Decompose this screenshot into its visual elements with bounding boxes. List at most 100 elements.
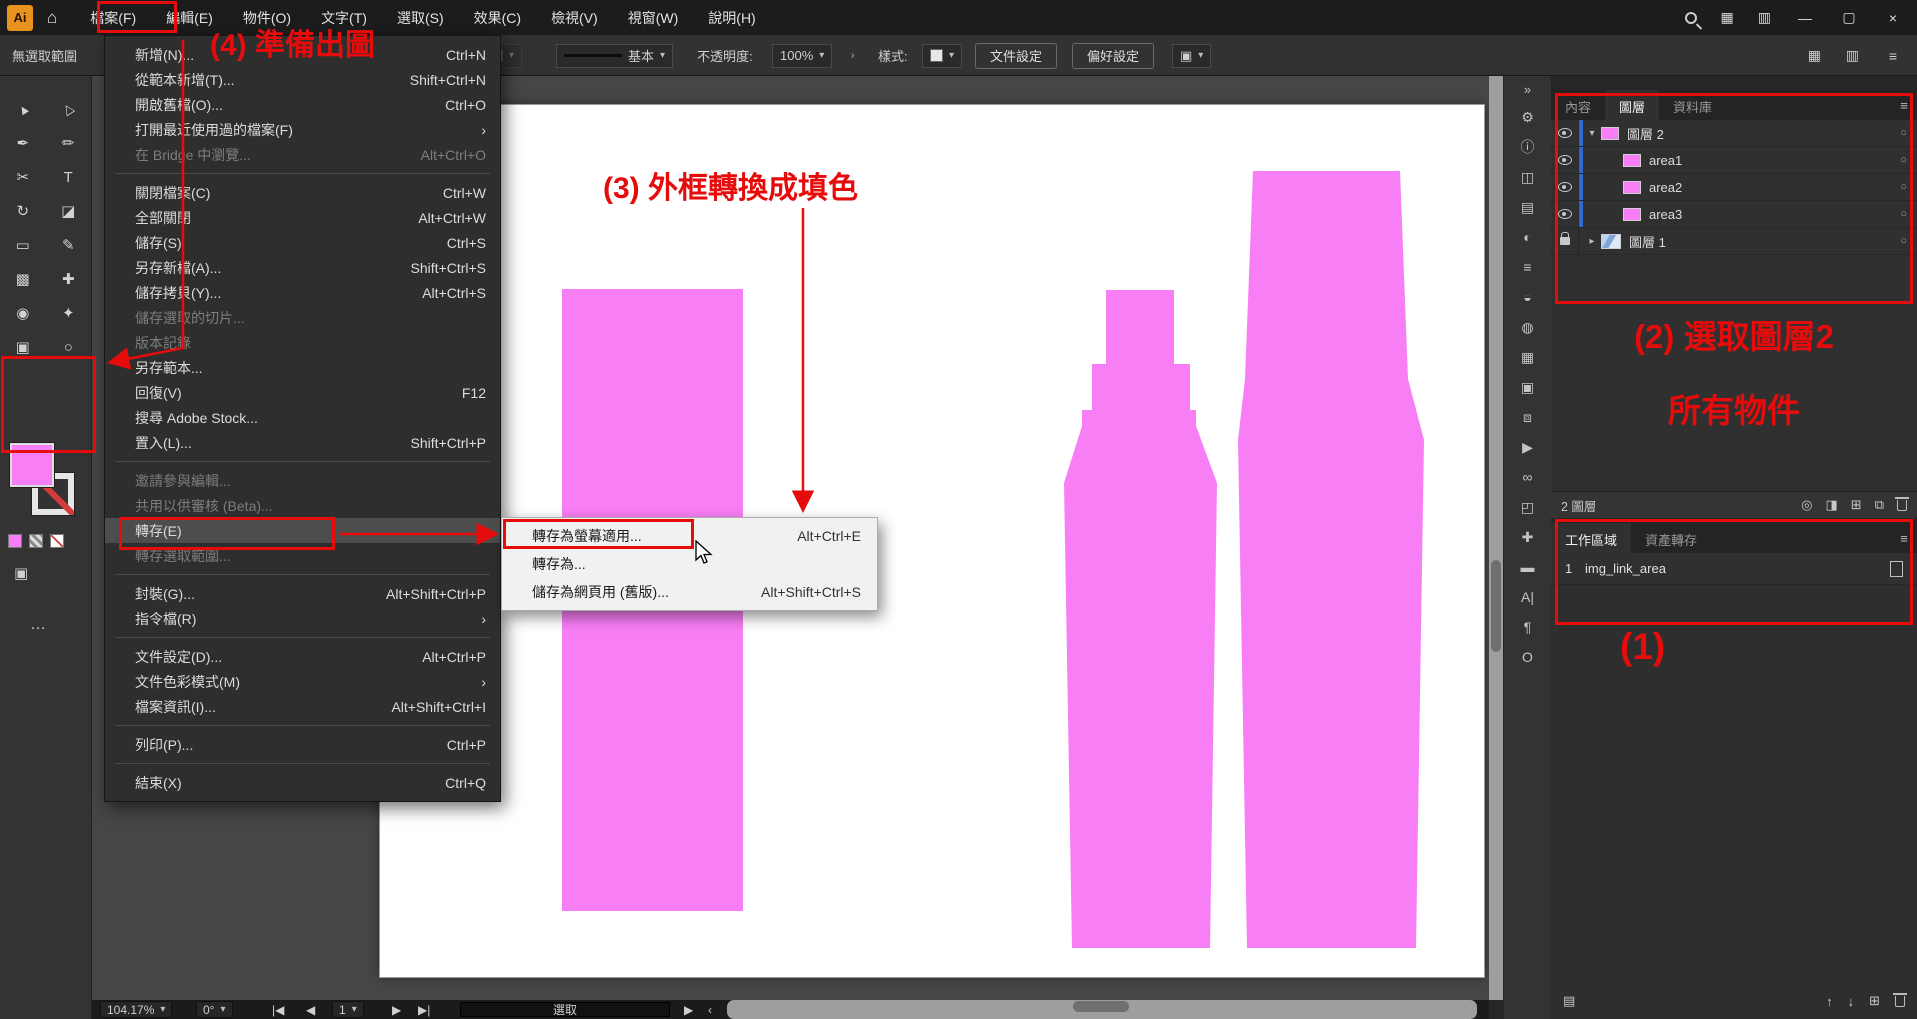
- eye-icon[interactable]: [1558, 128, 1572, 138]
- swatches-icon[interactable]: ▦: [1513, 342, 1543, 372]
- file-menu-item-27[interactable]: 文件色彩模式(M)›: [105, 669, 500, 694]
- eye-icon[interactable]: [1558, 209, 1572, 219]
- horizontal-scrollbar-thumb[interactable]: [1073, 1001, 1129, 1012]
- scissors-tool[interactable]: ✂: [6, 160, 40, 194]
- symbols-icon[interactable]: ⧈: [1513, 402, 1543, 432]
- opentype-icon[interactable]: O: [1513, 642, 1543, 672]
- menubar-item-5[interactable]: 選取(S): [382, 0, 459, 36]
- trash-icon[interactable]: [1895, 996, 1905, 1007]
- menubar-item-1[interactable]: 檔案(F): [75, 0, 151, 36]
- file-menu-item-30[interactable]: 列印(P)...Ctrl+P: [105, 732, 500, 757]
- file-menu-item-18[interactable]: 邀請參與編輯...: [105, 468, 500, 493]
- file-menu-item-10[interactable]: 儲存拷貝(Y)...Alt+Ctrl+S: [105, 280, 500, 305]
- brush-definition-combo[interactable]: 基本▾: [556, 44, 673, 68]
- illustrator-app-icon[interactable]: Ai: [7, 5, 33, 31]
- layer-row-4[interactable]: ▸圖層 1○: [1551, 228, 1917, 255]
- file-menu-item-12[interactable]: 版本記錄: [105, 330, 500, 355]
- zoom-combo[interactable]: 104.17%▾: [100, 1001, 172, 1018]
- opacity-combo[interactable]: 100%▾: [772, 44, 832, 68]
- chevron-right-icon[interactable]: ▸: [1583, 236, 1601, 247]
- collapse-panels-icon[interactable]: »: [1524, 76, 1531, 102]
- current-tool-field[interactable]: 選取: [460, 1002, 670, 1017]
- close-button[interactable]: ×: [1883, 10, 1903, 26]
- eyedropper-tool[interactable]: ✚: [51, 262, 85, 296]
- new-layer-icon[interactable]: ⧉: [1875, 497, 1884, 513]
- file-menu-item-8[interactable]: 儲存(S)Ctrl+S: [105, 230, 500, 255]
- target-circle-icon[interactable]: ○: [1900, 154, 1907, 166]
- layer-row-3[interactable]: area3○: [1551, 201, 1917, 228]
- target-circle-icon[interactable]: ○: [1900, 127, 1907, 139]
- menubar-item-6[interactable]: 效果(C): [459, 0, 536, 36]
- lock-icon[interactable]: [1560, 237, 1570, 245]
- rotation-combo[interactable]: 0°▾: [196, 1001, 233, 1018]
- file-menu-item-0[interactable]: 新增(N)...Ctrl+N: [105, 42, 500, 67]
- next-artboard-button[interactable]: ▶: [392, 1000, 401, 1019]
- arrange-documents-icon[interactable]: ▦: [1721, 9, 1734, 26]
- gradient-tool[interactable]: ▩: [6, 262, 40, 296]
- file-menu-item-1[interactable]: 從範本新增(T)...Shift+Ctrl+N: [105, 67, 500, 92]
- preferences-button[interactable]: 偏好設定: [1072, 43, 1154, 69]
- file-menu-item-16[interactable]: 置入(L)...Shift+Ctrl+P: [105, 430, 500, 455]
- bottle-left-shape[interactable]: [1064, 290, 1217, 948]
- links-icon[interactable]: ∞: [1513, 462, 1543, 492]
- color-icon[interactable]: ◐: [1513, 222, 1543, 252]
- file-menu-item-24[interactable]: 指令檔(R)›: [105, 606, 500, 631]
- zoom-tool[interactable]: ○: [51, 330, 85, 364]
- layout-view-icon[interactable]: ▥: [1846, 35, 1859, 76]
- file-menu-item-2[interactable]: 開啟舊檔(O)...Ctrl+O: [105, 92, 500, 117]
- artboard-number-combo[interactable]: 1▾: [332, 1001, 364, 1018]
- appearance-icon[interactable]: ▤: [1513, 192, 1543, 222]
- target-circle-icon[interactable]: ○: [1900, 181, 1907, 193]
- file-menu-item-32[interactable]: 結束(X)Ctrl+Q: [105, 770, 500, 795]
- file-menu-item-14[interactable]: 回復(V)F12: [105, 380, 500, 405]
- color-mode-icon[interactable]: [8, 534, 22, 548]
- status-expand-icon[interactable]: ‹: [708, 1000, 712, 1019]
- layers-panel-menu-icon[interactable]: ≡: [1891, 90, 1917, 120]
- pencil-tool[interactable]: ✎: [51, 228, 85, 262]
- file-menu-item-23[interactable]: 封裝(G)...Alt+Shift+Ctrl+P: [105, 581, 500, 606]
- menubar-item-4[interactable]: 文字(T): [306, 0, 382, 36]
- layer-row-0[interactable]: ▾圖層 2○: [1551, 120, 1917, 147]
- restore-button[interactable]: ▢: [1839, 9, 1859, 26]
- none-mode-icon[interactable]: [50, 534, 64, 548]
- gradient-icon[interactable]: ◍: [1513, 312, 1543, 342]
- artboards-icon[interactable]: ◰: [1513, 492, 1543, 522]
- menubar-item-2[interactable]: 編輯(E): [151, 0, 228, 36]
- file-menu-item-26[interactable]: 文件設定(D)...Alt+Ctrl+P: [105, 644, 500, 669]
- grid-view-icon[interactable]: ▦: [1808, 35, 1821, 76]
- horizontal-scrollbar[interactable]: [727, 1000, 1477, 1019]
- export-submenu-item-0[interactable]: 轉存為螢幕適用...Alt+Ctrl+E: [502, 522, 877, 550]
- file-menu-item-21[interactable]: 轉存選取範圍...: [105, 543, 500, 568]
- curvature-tool[interactable]: ✏: [51, 126, 85, 160]
- file-menu-item-28[interactable]: 檔案資訊(I)...Alt+Shift+Ctrl+I: [105, 694, 500, 719]
- style-combo[interactable]: ▾: [922, 44, 962, 68]
- image-trace-icon[interactable]: ✚: [1513, 522, 1543, 552]
- info-icon[interactable]: ⓘ: [1513, 132, 1543, 162]
- shape-builder-tool[interactable]: ◉: [6, 296, 40, 330]
- new-sublayer-icon[interactable]: ⊞: [1851, 497, 1862, 513]
- opacity-expand-icon[interactable]: ›: [851, 35, 854, 76]
- transform-icon[interactable]: ◫: [1513, 162, 1543, 192]
- file-menu-item-7[interactable]: 全部關閉Alt+Ctrl+W: [105, 205, 500, 230]
- artboards-panel-menu-icon[interactable]: ≡: [1891, 523, 1917, 553]
- eye-icon[interactable]: [1558, 155, 1572, 165]
- status-play-icon[interactable]: ▶: [684, 1000, 693, 1019]
- eye-icon[interactable]: [1558, 182, 1572, 192]
- bottle-right-shape[interactable]: [1238, 171, 1424, 948]
- vertical-scrollbar-thumb[interactable]: [1491, 560, 1501, 652]
- transparency-icon[interactable]: ◒: [1513, 282, 1543, 312]
- artboards-tab-2[interactable]: 資產轉存: [1631, 523, 1711, 553]
- edit-toolbar-icon[interactable]: …: [30, 616, 48, 634]
- lock-cell[interactable]: [1551, 228, 1579, 254]
- make-clipping-mask-icon[interactable]: ◨: [1826, 497, 1838, 513]
- search-icon[interactable]: [1685, 12, 1697, 24]
- type-tool[interactable]: T: [51, 160, 85, 194]
- trash-icon[interactable]: [1897, 500, 1907, 511]
- layers-tab-3[interactable]: 資料庫: [1659, 90, 1726, 120]
- file-menu-item-19[interactable]: 共用以供審核 (Beta)...: [105, 493, 500, 518]
- visibility-cell[interactable]: [1551, 147, 1579, 173]
- first-artboard-button[interactable]: |◀: [272, 1000, 284, 1019]
- rotate-tool[interactable]: ↻: [6, 194, 40, 228]
- file-menu-item-3[interactable]: 打開最近使用過的檔案(F)›: [105, 117, 500, 142]
- file-menu-item-20[interactable]: 轉存(E)›: [105, 518, 500, 543]
